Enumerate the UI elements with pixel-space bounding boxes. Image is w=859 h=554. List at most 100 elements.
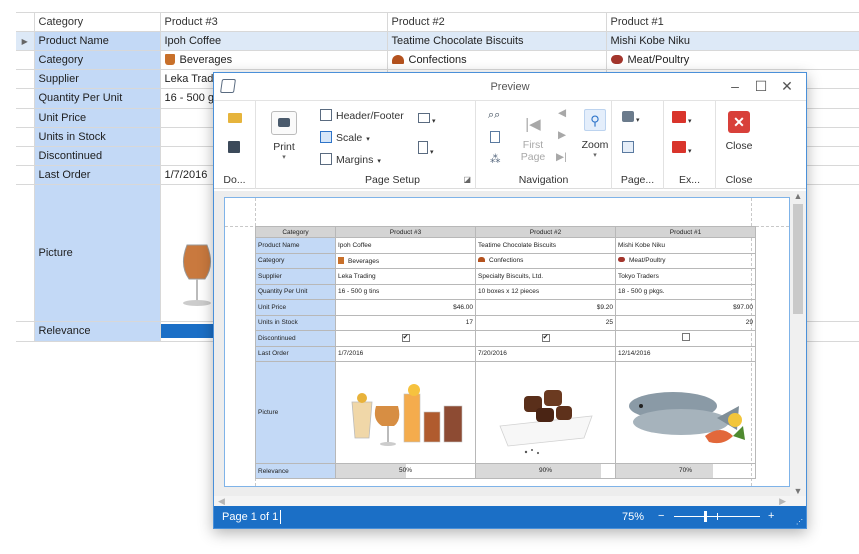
- folder-open-icon: [228, 113, 242, 123]
- find-button[interactable]: ⌕⌕: [488, 109, 500, 122]
- scale-button[interactable]: Scale ▾: [320, 131, 370, 144]
- table-row: Category Beverages Confections Meat/Poul…: [255, 252, 756, 269]
- grid-row-header[interactable]: Unit Price: [33, 107, 161, 128]
- zoom-slider-thumb[interactable]: [704, 511, 707, 522]
- last-page-button[interactable]: ▶|: [556, 151, 567, 163]
- grid-row-header[interactable]: Quantity Per Unit: [33, 88, 161, 109]
- export-pdf-button[interactable]: ▾: [672, 111, 691, 126]
- grid-col-header[interactable]: Product #3: [159, 11, 388, 33]
- grid-row-header[interactable]: Units in Stock: [33, 126, 161, 147]
- thumbnails-button[interactable]: [490, 131, 500, 146]
- vertical-scrollbar[interactable]: ▲ ▼: [790, 191, 806, 496]
- grid-cell[interactable]: Confections: [386, 50, 607, 71]
- confections-picture: [498, 389, 593, 454]
- beverages-icon: [338, 256, 344, 264]
- grid-row-header[interactable]: Supplier: [33, 69, 161, 90]
- table-row: Category Product #3 Product #2 Product #…: [255, 226, 756, 238]
- zoom-level: 75%: [622, 511, 645, 523]
- checkbox-checked: ✔: [401, 334, 410, 343]
- watermark-icon: [622, 141, 634, 153]
- maximize-button[interactable]: ☐: [752, 77, 770, 95]
- grid-cell[interactable]: Ipoh Coffee: [159, 31, 388, 52]
- first-page-button[interactable]: |◀ First Page: [516, 115, 550, 163]
- beverages-icon: [164, 54, 175, 66]
- document-group: Do...: [214, 101, 256, 189]
- grid-row-header[interactable]: Product Name: [33, 31, 161, 52]
- orientation-button[interactable]: ▾: [418, 113, 435, 126]
- preview-page: Category Product #3 Product #2 Product #…: [224, 197, 790, 487]
- next-page-button[interactable]: ▶: [558, 129, 566, 141]
- binoculars-icon: ⌕⌕: [488, 109, 501, 121]
- margins-button[interactable]: Margins ▾: [320, 153, 381, 166]
- header-footer-button[interactable]: Header/Footer: [320, 109, 404, 122]
- close-preview-button[interactable]: ✕ Close: [722, 111, 756, 152]
- grid-col-header[interactable]: Product #1: [605, 11, 859, 33]
- minimize-button[interactable]: –: [726, 77, 744, 95]
- zoom-slider[interactable]: [674, 511, 760, 522]
- dialog-launcher-icon[interactable]: ◪: [463, 175, 471, 184]
- resize-grip-icon[interactable]: ⋰: [796, 518, 803, 526]
- page-setup-group: Header/Footer Scale ▾ Margins ▾ ▾ ▾ Page S…: [310, 101, 476, 189]
- print-group: Print ▾: [256, 101, 310, 189]
- save-button[interactable]: [228, 141, 240, 156]
- paper-size-button[interactable]: ▾: [418, 141, 433, 157]
- zoom-button[interactable]: ⚲ Zoom ▾: [580, 109, 610, 159]
- scale-icon: [320, 131, 332, 143]
- previous-page-button[interactable]: ◀: [558, 107, 566, 119]
- open-button[interactable]: [228, 113, 242, 126]
- printer-icon: [271, 111, 297, 135]
- zoom-icon: ⚲: [584, 109, 606, 131]
- status-bar: Page 1 of 1 75% − + ⋰: [214, 506, 806, 528]
- grid-cell[interactable]: Mishi Kobe Niku: [605, 31, 859, 52]
- confections-icon: [478, 257, 485, 263]
- grid-cell[interactable]: Teatime Chocolate Biscuits: [386, 31, 607, 52]
- close-icon: ✕: [728, 111, 750, 133]
- table-row: Product Name Ipoh Coffee Teatime Chocola…: [255, 237, 756, 254]
- send-pdf-button[interactable]: ▾: [672, 141, 691, 156]
- next-icon: ▶: [558, 129, 567, 141]
- grid-column-header-row: Category Product #3 Product #2 Product #…: [16, 11, 859, 33]
- grid-row-header[interactable]: Last Order: [33, 164, 161, 185]
- parameters-button[interactable]: ⁂: [490, 153, 501, 165]
- grid-row-header[interactable]: Category: [33, 50, 161, 71]
- table-row: Relevance 50% 90% 70%: [255, 463, 756, 479]
- print-button[interactable]: Print ▾: [264, 111, 304, 161]
- chevron-down-icon: ▾: [366, 136, 370, 143]
- thumbnails-icon: [490, 131, 500, 143]
- grid-col-header[interactable]: Category: [33, 11, 161, 33]
- grid-cell[interactable]: Meat/Poultry: [605, 50, 859, 71]
- window-title: Preview: [490, 81, 530, 93]
- grid-cell[interactable]: Beverages: [159, 50, 388, 71]
- table-row: Units in Stock 17 25 29: [255, 314, 756, 331]
- chevron-down-icon: ▾: [282, 154, 286, 161]
- page-color-button[interactable]: ▾: [622, 111, 639, 125]
- chevron-down-icon: ▾: [593, 152, 597, 159]
- table-row: Picture: [255, 361, 756, 464]
- scroll-thumb[interactable]: [793, 204, 803, 314]
- grid-row[interactable]: ▶ Product Name Ipoh Coffee Teatime Choco…: [16, 31, 859, 52]
- navigation-group: ⌕⌕ ⁂ |◀ First Page ◀ ▶ ▶| ⚲ Zoom ▾ Navig…: [476, 101, 612, 189]
- watermark-button[interactable]: [622, 141, 634, 156]
- grid-row-header[interactable]: Picture: [33, 183, 161, 322]
- first-page-icon: |◀: [525, 116, 541, 133]
- grid-col-header[interactable]: Product #2: [386, 11, 607, 33]
- scroll-down-icon[interactable]: ▼: [790, 486, 806, 496]
- document-viewer[interactable]: Category Product #3 Product #2 Product #…: [214, 191, 806, 496]
- zoom-out-button[interactable]: −: [658, 510, 664, 522]
- pdf-icon: [672, 111, 686, 123]
- zoom-in-button[interactable]: +: [768, 510, 774, 522]
- last-page-icon: ▶|: [556, 151, 567, 163]
- close-window-button[interactable]: ✕: [778, 77, 796, 95]
- title-bar[interactable]: Preview – ☐ ✕: [214, 73, 806, 101]
- preview-window[interactable]: Preview – ☐ ✕ Do... Print ▾ Header/Foote…: [213, 72, 807, 529]
- page-background-group-label: Page...: [620, 174, 655, 186]
- grid-row-header[interactable]: Discontinued: [33, 145, 161, 166]
- table-row: Discontinued ✔ ✔: [255, 330, 756, 347]
- scroll-up-icon[interactable]: ▲: [790, 191, 806, 201]
- grid-row-header[interactable]: Relevance: [33, 320, 161, 343]
- header-footer-icon: [320, 109, 332, 121]
- export-group-label: Ex...: [678, 174, 700, 186]
- grid-row[interactable]: Category Beverages Confections Meat/Poul…: [16, 50, 859, 71]
- beverages-picture: [351, 383, 462, 446]
- navigation-group-label: Navigation: [518, 174, 569, 186]
